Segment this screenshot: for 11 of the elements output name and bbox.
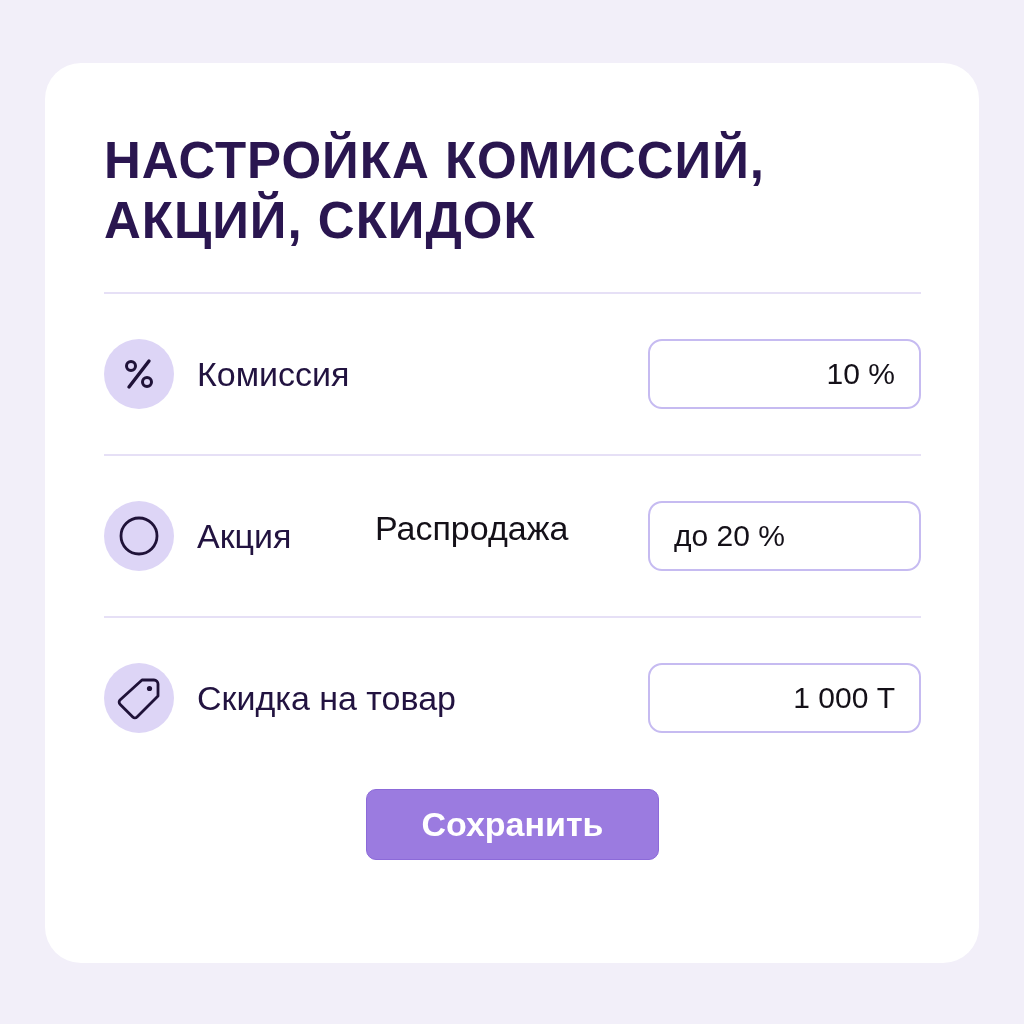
setting-label: Скидка на товар bbox=[197, 678, 456, 718]
tag-icon bbox=[104, 663, 174, 733]
promotion-name: Распродажа bbox=[375, 508, 569, 548]
page-title: НАСТРОЙКА КОМИССИЙ, АКЦИЙ, СКИДОК bbox=[104, 131, 766, 251]
input-field[interactable]: 10 % bbox=[648, 339, 921, 409]
setting-label: Акция bbox=[197, 516, 292, 556]
circle-icon bbox=[104, 501, 174, 571]
setting-label: Комиссия bbox=[197, 354, 350, 394]
percent-icon bbox=[104, 339, 174, 409]
input-field[interactable]: до 20 % bbox=[648, 501, 921, 571]
input-field[interactable]: 1 000 Т bbox=[648, 663, 921, 733]
